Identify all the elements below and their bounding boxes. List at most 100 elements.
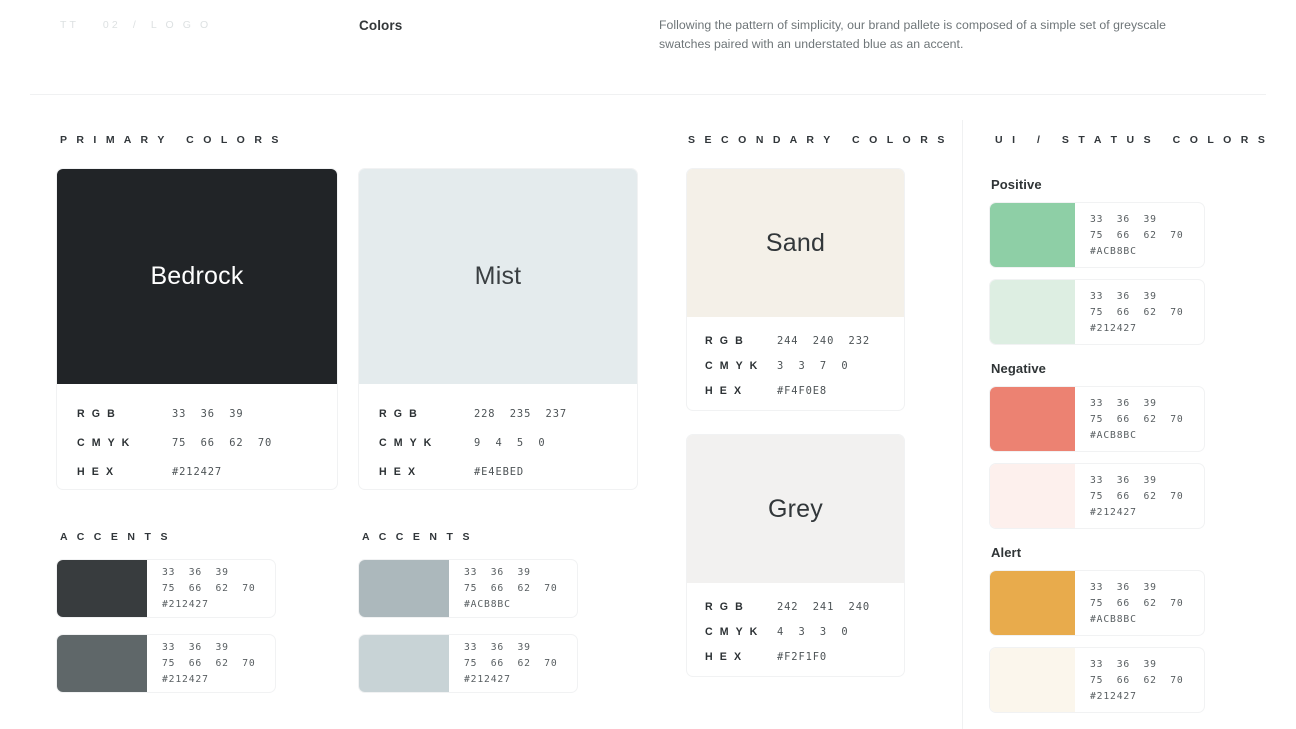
meta-value-cmyk: 4 3 3 0 xyxy=(777,625,849,638)
color-name-mist: Mist xyxy=(474,262,522,290)
status-card-negative-1[interactable]: 33 36 39 75 66 62 70 #ACB8BC xyxy=(989,386,1205,452)
status-card-positive-1[interactable]: 33 36 39 75 66 62 70 #ACB8BC xyxy=(989,202,1205,268)
accent-rgb: 33 36 39 xyxy=(162,642,229,653)
status-swatch xyxy=(990,571,1075,635)
status-card-alert-1[interactable]: 33 36 39 75 66 62 70 #ACB8BC xyxy=(989,570,1205,636)
meta-key-cmyk: C M Y K xyxy=(77,436,132,449)
meta-key-hex: H E X xyxy=(77,465,116,478)
meta-key-hex: H E X xyxy=(705,384,744,397)
meta-row-rgb: R G B 242 241 240 xyxy=(705,594,904,619)
status-hex: #212427 xyxy=(1090,322,1137,334)
meta-key-cmyk: C M Y K xyxy=(379,436,434,449)
status-rgb: 33 36 39 xyxy=(1090,290,1157,302)
color-swatch-grey: Grey xyxy=(687,435,904,583)
meta-key-rgb: R G B xyxy=(77,407,117,420)
accent-hex: #212427 xyxy=(464,674,511,685)
accent-rgb: 33 36 39 xyxy=(464,642,531,653)
status-meta: 33 36 39 75 66 62 70 #212427 xyxy=(1075,648,1204,712)
accent-swatch xyxy=(359,560,449,617)
meta-value-hex: #F4F0E8 xyxy=(777,384,828,397)
color-meta-sand: R G B 244 240 232 C M Y K 3 3 7 0 H E X … xyxy=(687,317,904,403)
accent-hex: #ACB8BC xyxy=(464,599,511,610)
meta-row-hex: H E X #F2F1F0 xyxy=(705,644,904,669)
accent-meta: 33 36 39 75 66 62 70 #212427 xyxy=(147,635,275,692)
status-hex: #ACB8BC xyxy=(1090,429,1137,441)
accent-card-right-1[interactable]: 33 36 39 75 66 62 70 #ACB8BC xyxy=(358,559,578,618)
meta-row-cmyk: C M Y K 4 3 3 0 xyxy=(705,619,904,644)
meta-row-cmyk: C M Y K 75 66 62 70 xyxy=(77,428,337,457)
header-divider xyxy=(30,94,1266,95)
color-name-bedrock: Bedrock xyxy=(150,262,244,290)
meta-key-hex: H E X xyxy=(705,650,744,663)
status-cmyk: 75 66 62 70 xyxy=(1090,674,1184,686)
status-meta: 33 36 39 75 66 62 70 #ACB8BC xyxy=(1075,203,1204,267)
section-title-accents-left: A C C E N T S xyxy=(60,531,171,543)
meta-row-rgb: R G B 33 36 39 xyxy=(77,399,337,428)
meta-key-cmyk: C M Y K xyxy=(705,359,760,372)
color-card-grey[interactable]: Grey R G B 242 241 240 C M Y K 4 3 3 0 H… xyxy=(686,434,905,677)
meta-value-rgb: 33 36 39 xyxy=(172,407,244,420)
status-hex: #ACB8BC xyxy=(1090,613,1137,625)
status-column-divider xyxy=(962,120,963,729)
status-label-negative: Negative xyxy=(991,361,1046,376)
color-swatch-bedrock: Bedrock xyxy=(57,169,337,384)
meta-row-hex: H E X #E4EBED xyxy=(379,457,637,486)
status-meta: 33 36 39 75 66 62 70 #ACB8BC xyxy=(1075,571,1204,635)
meta-value-cmyk: 75 66 62 70 xyxy=(172,436,273,449)
accent-swatch xyxy=(359,635,449,692)
section-title-secondary: S E C O N D A R Y C O L O R S xyxy=(688,134,948,146)
status-swatch xyxy=(990,387,1075,451)
accent-hex: #212427 xyxy=(162,599,209,610)
section-title-accents-right: A C C E N T S xyxy=(362,531,473,543)
status-cmyk: 75 66 62 70 xyxy=(1090,490,1184,502)
accent-cmyk: 75 66 62 70 xyxy=(464,658,558,669)
meta-key-cmyk: C M Y K xyxy=(705,625,760,638)
meta-row-rgb: R G B 228 235 237 xyxy=(379,399,637,428)
accent-meta: 33 36 39 75 66 62 70 #212427 xyxy=(147,560,275,617)
meta-key-rgb: R G B xyxy=(705,600,745,613)
meta-row-hex: H E X #212427 xyxy=(77,457,337,486)
status-label-alert: Alert xyxy=(991,545,1022,560)
meta-value-cmyk: 3 3 7 0 xyxy=(777,359,849,372)
color-meta-bedrock: R G B 33 36 39 C M Y K 75 66 62 70 H E X… xyxy=(57,384,337,486)
meta-value-hex: #F2F1F0 xyxy=(777,650,828,663)
status-hex: #212427 xyxy=(1090,690,1137,702)
status-meta: 33 36 39 75 66 62 70 #212427 xyxy=(1075,280,1204,344)
status-cmyk: 75 66 62 70 xyxy=(1090,229,1184,241)
status-rgb: 33 36 39 xyxy=(1090,581,1157,593)
status-rgb: 33 36 39 xyxy=(1090,474,1157,486)
meta-value-hex: #212427 xyxy=(172,465,223,478)
status-rgb: 33 36 39 xyxy=(1090,397,1157,409)
status-cmyk: 75 66 62 70 xyxy=(1090,306,1184,318)
color-card-bedrock[interactable]: Bedrock R G B 33 36 39 C M Y K 75 66 62 … xyxy=(56,168,338,490)
color-card-mist[interactable]: Mist R G B 228 235 237 C M Y K 9 4 5 0 H… xyxy=(358,168,638,490)
meta-row-rgb: R G B 244 240 232 xyxy=(705,328,904,353)
status-label-positive: Positive xyxy=(991,177,1042,192)
accent-card-left-1[interactable]: 33 36 39 75 66 62 70 #212427 xyxy=(56,559,276,618)
meta-row-cmyk: C M Y K 9 4 5 0 xyxy=(379,428,637,457)
status-cmyk: 75 66 62 70 xyxy=(1090,597,1184,609)
status-meta: 33 36 39 75 66 62 70 #ACB8BC xyxy=(1075,387,1204,451)
accent-cmyk: 75 66 62 70 xyxy=(162,583,256,594)
color-card-sand[interactable]: Sand R G B 244 240 232 C M Y K 3 3 7 0 H… xyxy=(686,168,905,411)
status-card-negative-2[interactable]: 33 36 39 75 66 62 70 #212427 xyxy=(989,463,1205,529)
section-title-status: U I / S T A T U S C O L O R S xyxy=(995,134,1269,146)
status-card-alert-2[interactable]: 33 36 39 75 66 62 70 #212427 xyxy=(989,647,1205,713)
page-description: Following the pattern of simplicity, our… xyxy=(659,18,1167,51)
accent-swatch xyxy=(57,635,147,692)
meta-row-hex: H E X #F4F0E8 xyxy=(705,378,904,403)
meta-key-rgb: R G B xyxy=(379,407,419,420)
accent-swatch xyxy=(57,560,147,617)
page-header: TT 02 / L O G O Colors Following the pat… xyxy=(0,0,1296,94)
status-swatch xyxy=(990,648,1075,712)
meta-value-rgb: 228 235 237 xyxy=(474,407,568,420)
status-hex: #212427 xyxy=(1090,506,1137,518)
accent-card-left-2[interactable]: 33 36 39 75 66 62 70 #212427 xyxy=(56,634,276,693)
accent-card-right-2[interactable]: 33 36 39 75 66 62 70 #212427 xyxy=(358,634,578,693)
accent-cmyk: 75 66 62 70 xyxy=(464,583,558,594)
header-eyebrow: TT 02 / L O G O xyxy=(60,19,212,31)
status-card-positive-2[interactable]: 33 36 39 75 66 62 70 #212427 xyxy=(989,279,1205,345)
accent-meta: 33 36 39 75 66 62 70 #ACB8BC xyxy=(449,560,577,617)
color-name-grey: Grey xyxy=(768,494,823,523)
status-cmyk: 75 66 62 70 xyxy=(1090,413,1184,425)
